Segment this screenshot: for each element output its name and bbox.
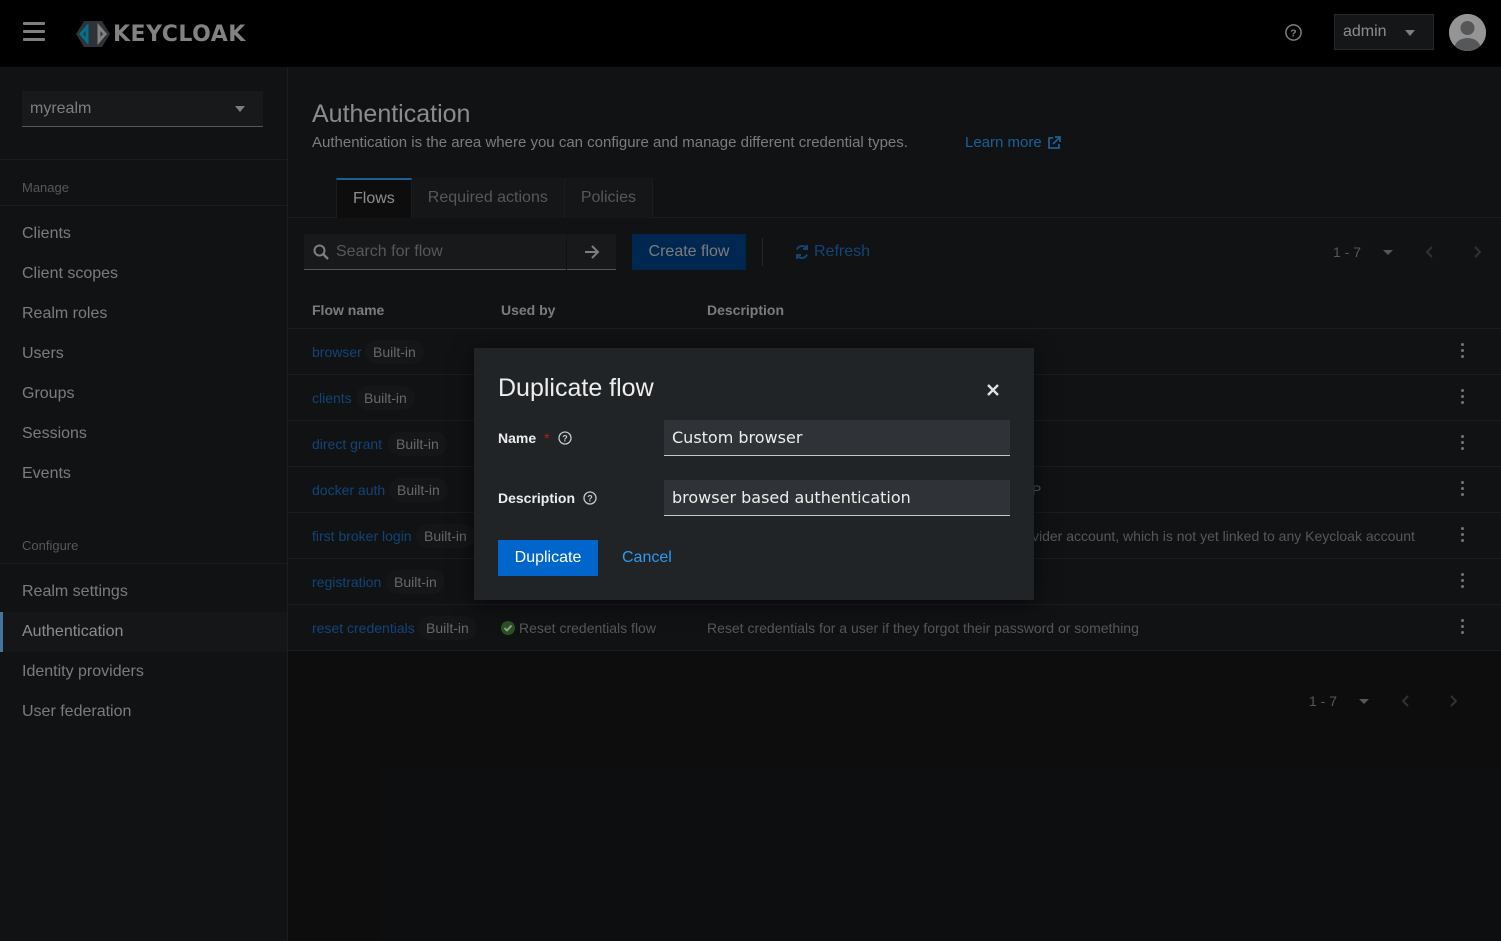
name-label-text: Name — [498, 430, 537, 446]
description-label-text: Description — [498, 490, 576, 506]
help-icon[interactable]: ? — [583, 491, 597, 505]
name-field[interactable]: Custom browser — [664, 420, 1010, 456]
close-icon[interactable] — [986, 383, 1000, 397]
description-field[interactable]: browser based authentication — [664, 480, 1010, 516]
duplicate-button[interactable]: Duplicate — [498, 540, 598, 576]
help-icon[interactable]: ? — [557, 431, 572, 445]
duplicate-flow-modal: Duplicate flow Name * ? Custom browser D… — [474, 348, 1034, 600]
description-label: Description ? — [498, 490, 597, 506]
name-label: Name * ? — [498, 430, 572, 446]
modal-title: Duplicate flow — [498, 374, 654, 402]
cancel-button[interactable]: Cancel — [622, 540, 672, 576]
svg-text:?: ? — [587, 494, 593, 504]
svg-text:?: ? — [562, 434, 568, 444]
required-indicator: * — [544, 430, 550, 446]
